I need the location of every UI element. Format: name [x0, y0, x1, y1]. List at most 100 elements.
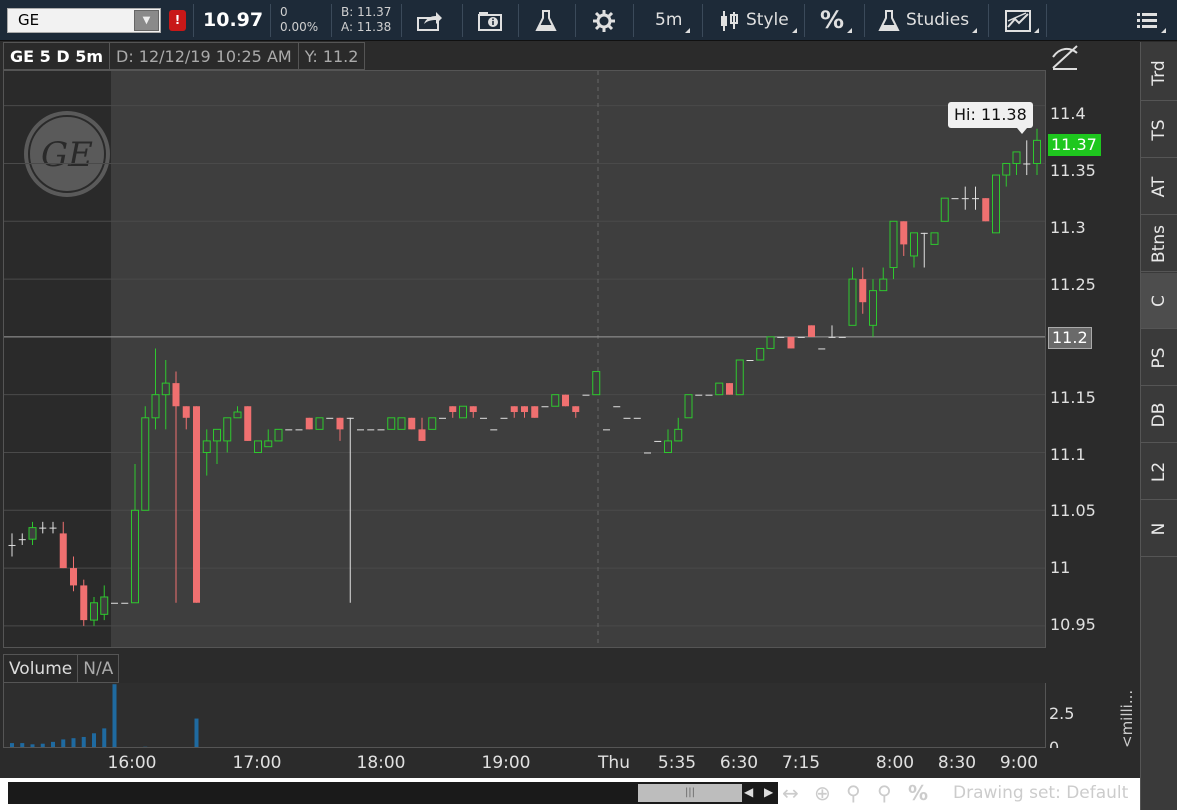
candle[interactable]	[797, 336, 805, 338]
time-scrollbar[interactable]: ||| ◀ ▶	[8, 782, 778, 804]
candle[interactable]	[469, 406, 477, 418]
candle[interactable]	[39, 521, 47, 534]
candle[interactable]	[551, 394, 560, 407]
candle[interactable]	[490, 429, 498, 431]
candle[interactable]	[654, 440, 662, 442]
candle[interactable]	[357, 429, 364, 431]
candle[interactable]	[1002, 162, 1011, 187]
candle[interactable]	[315, 417, 324, 430]
candle[interactable]	[500, 417, 508, 419]
candle[interactable]	[254, 440, 262, 453]
scroll-right-icon[interactable]: ▶	[764, 785, 773, 799]
candle[interactable]	[8, 533, 16, 557]
candle[interactable]	[121, 602, 129, 604]
candle[interactable]	[1012, 151, 1021, 176]
candle[interactable]	[305, 417, 313, 430]
info-button[interactable]	[477, 6, 503, 35]
symbol-dropdown-arrow[interactable]: ▼	[134, 10, 159, 31]
candle[interactable]	[202, 429, 211, 476]
chart-title[interactable]: GE 5 D 5m	[3, 42, 110, 70]
pan-icon[interactable]: ↔	[782, 781, 799, 805]
candle[interactable]	[766, 336, 775, 349]
candle[interactable]	[695, 394, 703, 396]
candle[interactable]	[735, 359, 744, 396]
candle[interactable]	[223, 417, 232, 453]
candle[interactable]	[869, 279, 877, 337]
aggregation-button[interactable]: 5m	[655, 6, 691, 35]
candle[interactable]	[838, 336, 846, 338]
candle[interactable]	[961, 186, 969, 210]
candle[interactable]	[49, 521, 57, 534]
candle[interactable]	[336, 417, 344, 441]
candle[interactable]	[1023, 140, 1031, 176]
candle[interactable]	[387, 417, 396, 430]
candle[interactable]	[910, 232, 918, 268]
volume-title[interactable]: Volume	[3, 654, 79, 683]
candle[interactable]	[982, 198, 990, 222]
candle[interactable]	[582, 394, 590, 396]
drawing-set-label[interactable]: Drawing set: Default	[953, 783, 1128, 803]
candle[interactable]	[510, 406, 518, 418]
candle[interactable]	[244, 406, 252, 441]
candle[interactable]	[715, 382, 724, 396]
candle[interactable]	[418, 417, 426, 441]
candle[interactable]	[674, 417, 683, 442]
candle[interactable]	[213, 428, 221, 465]
sidebar-tab-product-depth[interactable]: PS	[1141, 330, 1177, 386]
alert-badge[interactable]: !	[169, 10, 186, 31]
candle[interactable]	[818, 348, 826, 350]
candle[interactable]	[285, 429, 293, 431]
sidebar-tab-active-trader[interactable]: AT	[1141, 159, 1177, 215]
candle[interactable]	[131, 464, 139, 604]
candle[interactable]	[428, 417, 437, 430]
candle[interactable]	[992, 174, 1000, 234]
style-button[interactable]: Style	[718, 6, 797, 35]
zoom-in-icon[interactable]: ⚲	[846, 781, 861, 805]
volume-panel[interactable]	[3, 683, 1046, 748]
share-button[interactable]	[416, 6, 444, 35]
percent-button[interactable]: %	[820, 6, 853, 35]
sidebar-tab-buttons[interactable]: Btns	[1141, 216, 1177, 272]
candle[interactable]	[920, 232, 928, 268]
price-axis[interactable]: 11.4 11.35 11.3 11.25 11.15 11.1 11.05 1…	[1046, 70, 1138, 648]
sidebar-tab-level2[interactable]: L2	[1141, 444, 1177, 500]
drawing-mode-icon[interactable]	[1050, 43, 1080, 71]
candle[interactable]	[623, 417, 631, 419]
candle[interactable]	[141, 406, 150, 511]
candle[interactable]	[777, 336, 785, 338]
candle[interactable]	[439, 417, 446, 419]
candle[interactable]	[572, 406, 580, 418]
candle[interactable]	[326, 417, 334, 419]
candle[interactable]	[80, 579, 88, 626]
scroll-left-icon[interactable]: ◀	[744, 785, 753, 799]
candle[interactable]	[531, 406, 539, 418]
sidebar-tab-chart[interactable]: C	[1141, 273, 1177, 329]
candle[interactable]	[541, 406, 549, 408]
candle[interactable]	[746, 360, 754, 361]
crosshair-icon[interactable]: ⊕	[814, 781, 831, 805]
candle[interactable]	[90, 596, 98, 626]
candle[interactable]	[274, 428, 283, 442]
candle[interactable]	[100, 585, 109, 621]
menu-button[interactable]	[1136, 6, 1166, 35]
sidebar-tab-news[interactable]: N	[1141, 501, 1177, 557]
candle[interactable]	[787, 336, 795, 349]
candle[interactable]	[480, 417, 487, 419]
candle[interactable]	[603, 429, 610, 431]
candle[interactable]	[1033, 128, 1041, 176]
candle[interactable]	[408, 417, 416, 430]
scrollbar-thumb[interactable]: |||	[638, 784, 742, 802]
candle[interactable]	[562, 394, 569, 407]
drawings-button[interactable]	[1005, 6, 1039, 35]
candle[interactable]	[889, 220, 898, 280]
candle[interactable]	[930, 232, 939, 245]
candle[interactable]	[111, 602, 118, 604]
candle[interactable]	[879, 267, 888, 292]
candle[interactable]	[664, 429, 672, 453]
candlestick-chart[interactable]	[4, 71, 1046, 648]
candle[interactable]	[182, 406, 190, 430]
candle[interactable]	[521, 406, 528, 418]
candle[interactable]	[592, 371, 601, 396]
candle[interactable]	[644, 452, 651, 454]
candle[interactable]	[633, 417, 641, 419]
